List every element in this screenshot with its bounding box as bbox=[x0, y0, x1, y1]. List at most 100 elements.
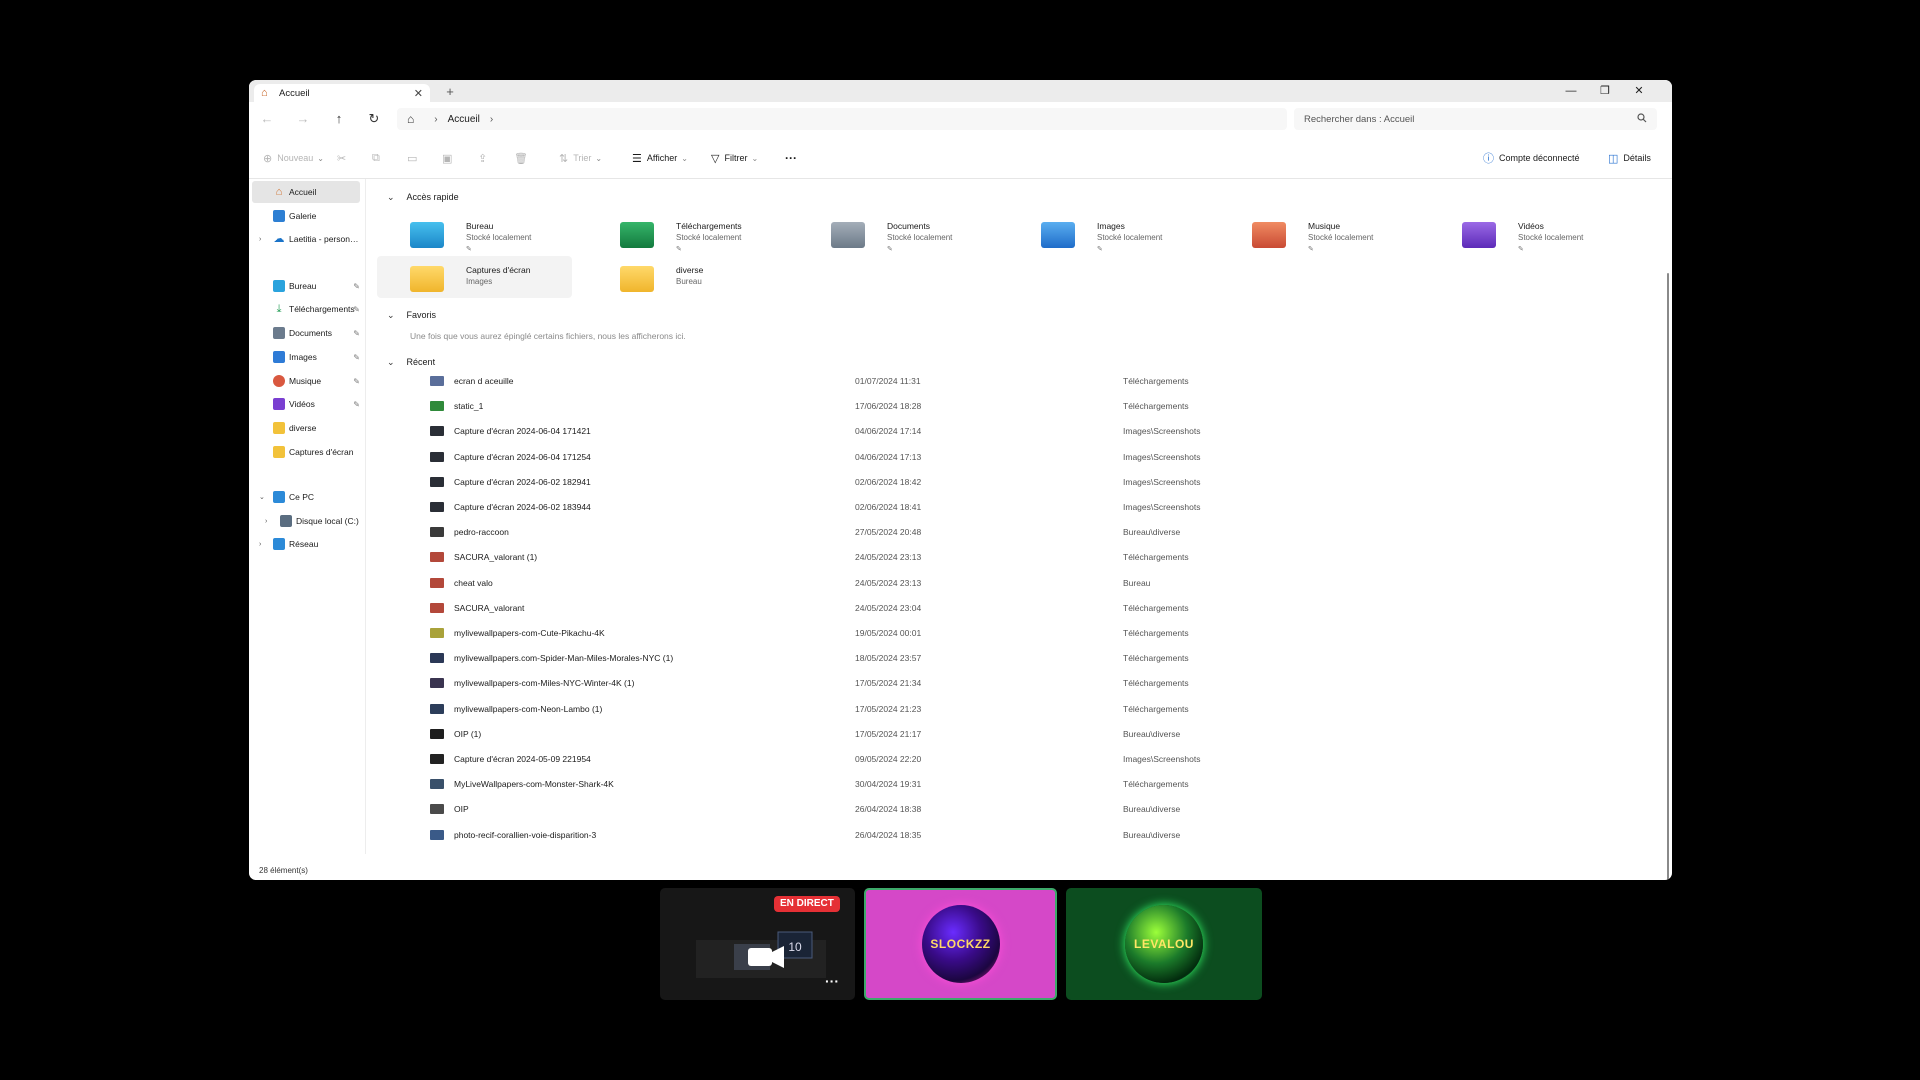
more-options-button[interactable]: ··· bbox=[785, 150, 797, 166]
cut-icon[interactable]: ✂ bbox=[337, 150, 351, 166]
videos-icon bbox=[273, 398, 285, 410]
file-thumbnail-icon bbox=[430, 754, 444, 764]
file-location: Téléchargements bbox=[1123, 376, 1189, 386]
file-thumbnail-icon bbox=[430, 376, 444, 386]
sidebar-item-onedrive[interactable]: › ☁ Laetitia - personnel bbox=[252, 228, 360, 250]
new-tab-button[interactable]: + bbox=[441, 84, 459, 100]
file-date: 17/05/2024 21:17 bbox=[855, 728, 922, 739]
table-row[interactable]: Capture d'écran 2024-06-04 171254 04/06/2… bbox=[367, 447, 1662, 467]
paste-icon[interactable]: ▭ bbox=[407, 150, 422, 166]
details-button[interactable]: ◫ Détails bbox=[1608, 150, 1651, 166]
quick-access-videos[interactable]: Vidéos Stocké localement ✎ bbox=[1419, 212, 1614, 254]
filter-button[interactable]: ▽ Filtrer ⌄ bbox=[711, 150, 758, 166]
vertical-scrollbar[interactable] bbox=[1667, 273, 1669, 880]
sidebar-item-captures[interactable]: Captures d'écran bbox=[252, 441, 360, 463]
chevron-right-icon[interactable]: › bbox=[259, 541, 261, 548]
images-icon bbox=[1041, 222, 1075, 248]
table-row[interactable]: mylivewallpapers-com-Miles-NYC-Winter-4K… bbox=[367, 673, 1662, 693]
table-row[interactable]: SACURA_valorant 24/05/2024 23:04 Télécharg… bbox=[367, 598, 1662, 618]
table-row[interactable]: OIP 26/04/2024 18:38 Bureau\diverse bbox=[367, 799, 1662, 819]
table-row[interactable]: OIP (1) 17/05/2024 21:17 Bureau\diverse bbox=[367, 724, 1662, 744]
section-favorites[interactable]: ⌄ Favoris bbox=[387, 307, 436, 323]
table-row[interactable]: pedro-raccoon 27/05/2024 20:48 Bureau\dive… bbox=[367, 522, 1662, 542]
participant-tile-3[interactable]: LEVALOU bbox=[1066, 888, 1262, 1000]
new-button[interactable]: ⊕ Nouveau ⌄ bbox=[263, 150, 324, 166]
file-thumbnail-icon bbox=[430, 602, 444, 613]
section-quick-access[interactable]: ⌄ Accès rapide bbox=[387, 189, 459, 205]
breadcrumb-accueil[interactable]: Accueil bbox=[448, 114, 480, 125]
home-icon: ⌂ bbox=[261, 87, 268, 99]
share-icon[interactable]: ⇪ bbox=[478, 150, 492, 166]
chevron-down-icon[interactable]: ⌄ bbox=[259, 493, 265, 501]
copy-icon[interactable]: ⧉ bbox=[372, 150, 385, 166]
chevron-right-icon[interactable]: › bbox=[490, 114, 493, 125]
quick-access-bureau[interactable]: Bureau Stocké localement ✎ bbox=[367, 212, 562, 254]
forward-button[interactable]: → bbox=[294, 110, 312, 128]
file-name: Capture d'écran 2024-06-04 171421 bbox=[454, 426, 591, 437]
table-row[interactable]: Capture d'écran 2024-05-09 221954 09/05/2… bbox=[367, 749, 1662, 769]
file-thumbnail-icon bbox=[430, 502, 444, 512]
sidebar-item-bureau[interactable]: Bureau ✎ bbox=[252, 275, 360, 297]
minimize-button[interactable]: — bbox=[1554, 80, 1588, 102]
sidebar-item-videos[interactable]: Vidéos ✎ bbox=[252, 393, 360, 415]
quick-access-documents[interactable]: Documents Stocké localement ✎ bbox=[788, 212, 983, 254]
sidebar-item-telechargements[interactable]: ⤓ Téléchargements ✎ bbox=[252, 298, 360, 320]
quick-access-images[interactable]: Images Stocké localement ✎ bbox=[998, 212, 1193, 254]
tab-accueil[interactable]: ⌂ Accueil ✕ bbox=[254, 84, 430, 102]
table-row[interactable]: MyLiveWallpapers-com-Monster-Shark-4K 30/… bbox=[367, 774, 1662, 794]
maximize-button[interactable]: ❐ bbox=[1588, 80, 1622, 102]
up-button[interactable]: ↑ bbox=[330, 110, 348, 128]
quick-access-telechargements[interactable]: Téléchargements Stocké localement ✎ bbox=[577, 212, 772, 254]
quick-access-captures[interactable]: Captures d'écran Images bbox=[377, 256, 572, 298]
sidebar-item-images[interactable]: Images ✎ bbox=[252, 346, 360, 368]
file-thumbnail-icon bbox=[430, 728, 444, 739]
sidebar-item-documents[interactable]: Documents ✎ bbox=[252, 322, 360, 344]
rename-icon[interactable]: ▣ bbox=[442, 150, 457, 166]
address-bar[interactable]: ⌂ › Accueil › bbox=[397, 108, 1287, 130]
tab-close-button[interactable]: ✕ bbox=[414, 87, 423, 100]
chevron-right-icon[interactable]: › bbox=[259, 236, 261, 243]
file-thumbnail-icon bbox=[430, 401, 444, 412]
quick-access-musique[interactable]: Musique Stocké localement ✎ bbox=[1209, 212, 1404, 254]
table-row[interactable]: cheat valo 24/05/2024 23:13 Bureau bbox=[367, 573, 1662, 593]
file-explorer-window: ⌂ Accueil ✕ + — ❐ ✕ ← → ↑ ↻ ⌂ › Accueil … bbox=[249, 80, 1672, 880]
more-options-icon[interactable]: ··· bbox=[819, 974, 845, 992]
file-location: Bureau\diverse bbox=[1123, 728, 1181, 739]
table-row[interactable]: mylivewallpapers.com-Spider-Man-Miles-Mo… bbox=[367, 648, 1662, 668]
file-date: 24/05/2024 23:04 bbox=[855, 602, 922, 613]
search-input[interactable]: Rechercher dans : Accueil bbox=[1294, 108, 1657, 130]
close-button[interactable]: ✕ bbox=[1622, 80, 1656, 102]
chevron-right-icon[interactable]: › bbox=[265, 518, 267, 525]
back-button[interactable]: ← bbox=[258, 110, 276, 128]
sidebar-item-diverse[interactable]: diverse bbox=[252, 417, 360, 439]
table-row[interactable]: Capture d'écran 2024-06-02 183944 02/06/2… bbox=[367, 497, 1662, 517]
table-row[interactable]: mylivewallpapers-com-Neon-Lambo (1) 17/05… bbox=[367, 699, 1662, 719]
sidebar-item-ce-pc[interactable]: ⌄ Ce PC bbox=[252, 486, 360, 508]
sort-button[interactable]: ⇅ Trier ⌄ bbox=[559, 150, 602, 166]
table-row[interactable]: mylivewallpapers-com-Cute-Pikachu-4K 19/0… bbox=[367, 623, 1662, 643]
delete-icon[interactable]: 🗑 bbox=[514, 150, 533, 166]
sidebar-item-reseau[interactable]: › Réseau bbox=[252, 533, 360, 555]
participant-tile-2[interactable]: SLOCKZZ bbox=[864, 888, 1057, 1000]
table-row[interactable]: Capture d'écran 2024-06-04 171421 04/06/2… bbox=[367, 421, 1662, 441]
chevron-down-icon: ⌄ bbox=[751, 153, 759, 163]
tab-title: Accueil bbox=[279, 87, 310, 99]
table-row[interactable]: static_1 17/06/2024 18:28 Téléchargements bbox=[367, 396, 1662, 416]
sidebar-item-accueil[interactable]: ⌂ Accueil bbox=[252, 181, 360, 203]
sort-icon: ⇅ bbox=[559, 152, 569, 165]
table-row[interactable]: SACURA_valorant (1) 24/05/2024 23:13 Téléc… bbox=[367, 547, 1662, 567]
table-row[interactable]: photo-recif-corallien-voie-disparition-3… bbox=[367, 825, 1662, 845]
file-location: Téléchargements bbox=[1123, 678, 1189, 689]
table-row[interactable]: ecran d aceuille 01/07/2024 11:31 Téléchar… bbox=[367, 371, 1662, 391]
participant-tile-camera[interactable]: 10 EN DIRECT ··· bbox=[660, 888, 855, 1000]
sidebar-item-disque-local[interactable]: › Disque local (C:) bbox=[252, 510, 360, 532]
sidebar-item-galerie[interactable]: Galerie bbox=[252, 205, 360, 227]
section-recent[interactable]: ⌄ Récent bbox=[387, 354, 435, 370]
refresh-button[interactable]: ↻ bbox=[365, 110, 383, 128]
view-button[interactable]: ☰ Afficher ⌄ bbox=[632, 150, 688, 166]
account-status[interactable]: ⓘ Compte déconnecté bbox=[1483, 150, 1580, 166]
pin-icon: ✎ bbox=[887, 246, 893, 253]
quick-access-diverse[interactable]: diverse Bureau bbox=[577, 256, 772, 298]
table-row[interactable]: Capture d'écran 2024-06-02 182941 02/06/2… bbox=[367, 472, 1662, 492]
sidebar-item-musique[interactable]: Musique ✎ bbox=[252, 370, 360, 392]
